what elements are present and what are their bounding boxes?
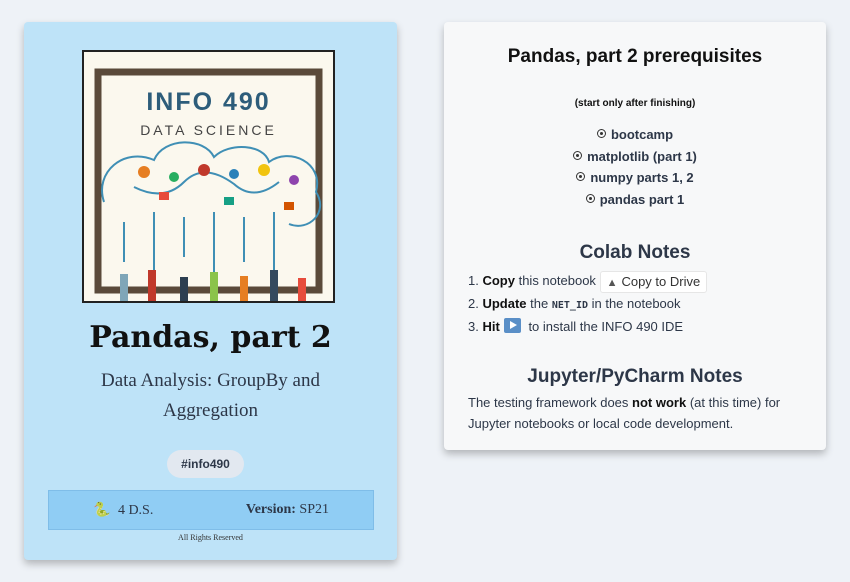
jupyter-heading: Jupyter/PyCharm Notes	[527, 366, 743, 387]
play-icon[interactable]	[503, 317, 521, 333]
course-subtitle: Data Analysis: GroupBy and Aggregation	[100, 370, 320, 421]
footer-bar: 🐍 4 D.S. Version: SP21	[48, 490, 374, 530]
jupyter-paragraph: The testing framework does not work (at …	[468, 395, 781, 431]
footer-ds-text: 4 D.S.	[117, 503, 154, 518]
prereq-item[interactable]: bootcamp	[444, 124, 826, 146]
version-value: SP21	[299, 502, 329, 517]
radio-icon	[585, 193, 595, 203]
course-title: Pandas, part 2	[89, 320, 332, 355]
cover-subtitle: DATA SCIENCE	[140, 122, 277, 138]
course-card: INFO 490 DATA SCIENCE Pandas, part 2 Dat…	[24, 22, 397, 560]
drive-icon: ▲	[606, 276, 618, 289]
step-1: 1. Copy this notebook ▲ Copy to Drive	[468, 270, 708, 293]
hashtag-badge[interactable]: #info490	[167, 450, 244, 478]
rights-text: All Rights Reserved	[178, 533, 243, 542]
prereq-item[interactable]: matplotlib (part 1)	[444, 146, 826, 168]
cover-title: INFO 490	[146, 88, 271, 116]
colab-steps: 1. Copy this notebook ▲ Copy to Drive 2. …	[468, 270, 708, 337]
prereq-title: Pandas, part 2 prerequisites	[507, 46, 763, 67]
footer-left: 🐍 4 D.S.	[93, 502, 153, 519]
prereq-item[interactable]: numpy parts 1, 2	[444, 167, 826, 189]
snake-icon: 🐍	[93, 503, 111, 518]
version-label: Version:	[245, 502, 296, 517]
prereq-list: bootcamp matplotlib (part 1) numpy parts…	[444, 124, 826, 210]
step-2: 2. Update the NET_ID in the notebook	[468, 295, 681, 311]
radio-icon	[576, 172, 586, 181]
radio-icon	[596, 129, 606, 138]
colab-heading: Colab Notes	[579, 242, 691, 263]
step-3: 3. Hit to install the INFO 490 IDE	[468, 317, 684, 334]
cover-image: INFO 490 DATA SCIENCE	[82, 50, 335, 303]
footer-version: Version: SP21	[246, 502, 329, 518]
notes-card: Pandas, part 2 prerequisites (start only…	[444, 22, 826, 450]
prereq-note: (start only after finishing)	[574, 98, 696, 109]
copy-to-drive-button[interactable]: ▲ Copy to Drive	[599, 270, 708, 293]
radio-icon	[573, 150, 583, 160]
net-id-code: NET_ID	[551, 299, 588, 311]
prereq-item[interactable]: pandas part 1	[444, 189, 826, 211]
